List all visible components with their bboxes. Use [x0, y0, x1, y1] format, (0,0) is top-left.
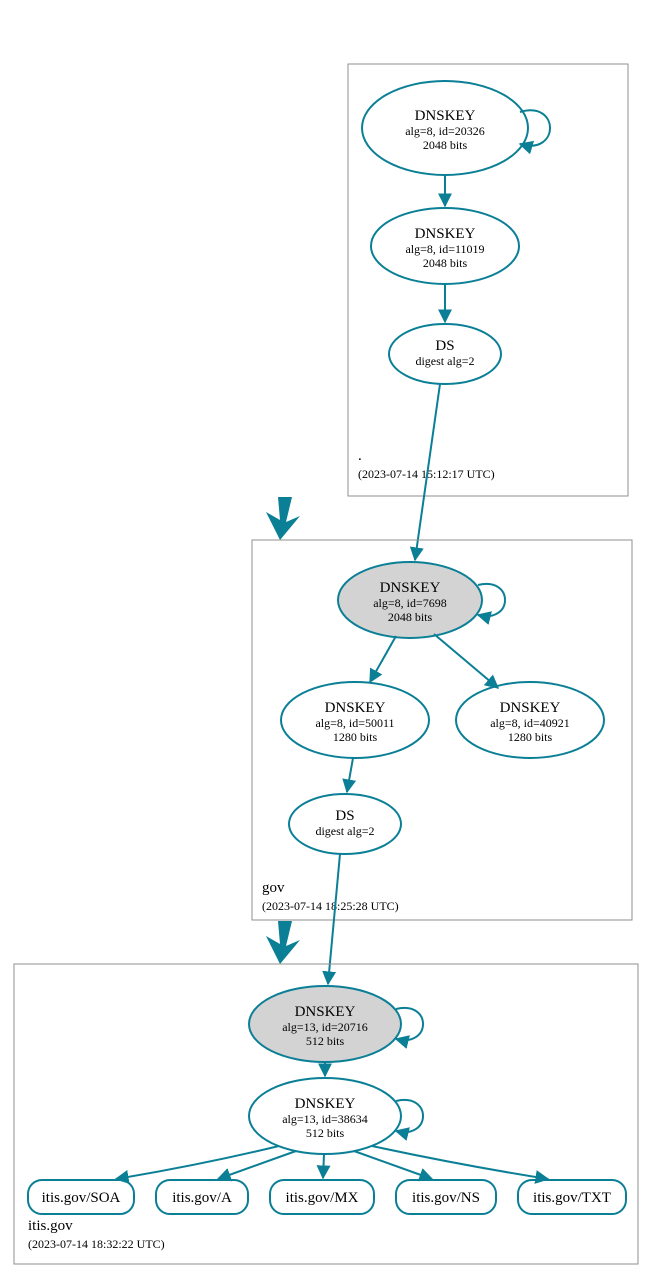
svg-text:alg=8, id=11019: alg=8, id=11019: [405, 242, 484, 256]
svg-text:DNSKEY: DNSKEY: [295, 1096, 356, 1112]
svg-text:itis.gov/A: itis.gov/A: [172, 1190, 232, 1206]
svg-text:DNSKEY: DNSKEY: [415, 226, 476, 242]
node-gov-zsk1: DNSKEY alg=8, id=50011 1280 bits: [281, 682, 429, 758]
svg-text:DNSKEY: DNSKEY: [500, 700, 561, 716]
node-gov-ksk: DNSKEY alg=8, id=7698 2048 bits: [338, 562, 482, 638]
delegation-arrow-gov-to-itis: [266, 921, 300, 964]
rr-a: itis.gov/A: [156, 1180, 248, 1214]
edge-gov-ksk-to-zsk1: [370, 636, 396, 682]
edge-zsk-to-a: [218, 1151, 296, 1179]
svg-text:alg=13, id=20716: alg=13, id=20716: [282, 1020, 368, 1034]
node-gov-ds: DS digest alg=2: [289, 794, 401, 854]
svg-text:DNSKEY: DNSKEY: [415, 108, 476, 124]
zone-name-root: .: [358, 448, 362, 464]
svg-text:2048 bits: 2048 bits: [423, 256, 468, 270]
node-root-ds: DS digest alg=2: [389, 324, 501, 384]
zone-ts-gov: (2023-07-14 18:25:28 UTC): [262, 899, 399, 913]
node-root-zsk: DNSKEY alg=8, id=11019 2048 bits: [371, 208, 519, 284]
zone-name-gov: gov: [262, 880, 285, 896]
rr-ns: itis.gov/NS: [396, 1180, 496, 1214]
svg-text:alg=8, id=50011: alg=8, id=50011: [315, 716, 394, 730]
svg-text:digest alg=2: digest alg=2: [315, 824, 374, 838]
svg-text:DNSKEY: DNSKEY: [295, 1004, 356, 1020]
node-gov-zsk2: DNSKEY alg=8, id=40921 1280 bits: [456, 682, 604, 758]
svg-text:DS: DS: [435, 338, 454, 354]
zone-name-itis: itis.gov: [28, 1218, 73, 1234]
node-itis-ksk: DNSKEY alg=13, id=20716 512 bits: [249, 986, 401, 1062]
svg-text:DNSKEY: DNSKEY: [380, 580, 441, 596]
edge-zsk-to-mx: [323, 1154, 324, 1178]
svg-text:itis.gov/MX: itis.gov/MX: [286, 1190, 359, 1206]
node-itis-zsk: DNSKEY alg=13, id=38634 512 bits: [249, 1078, 401, 1154]
svg-text:1280 bits: 1280 bits: [333, 730, 378, 744]
rr-mx: itis.gov/MX: [270, 1180, 374, 1214]
svg-text:1280 bits: 1280 bits: [508, 730, 553, 744]
edge-gov-zsk1-to-ds: [347, 758, 353, 792]
delegation-arrow-root-to-gov: [266, 497, 300, 540]
edge-gov-ksk-to-zsk2: [434, 634, 498, 688]
svg-text:512 bits: 512 bits: [306, 1034, 345, 1048]
svg-text:itis.gov/TXT: itis.gov/TXT: [533, 1190, 611, 1206]
svg-text:512 bits: 512 bits: [306, 1126, 345, 1140]
edge-zsk-to-soa: [116, 1146, 279, 1179]
svg-text:alg=8, id=20326: alg=8, id=20326: [405, 124, 485, 138]
rr-soa: itis.gov/SOA: [28, 1180, 134, 1214]
edge-zsk-to-txt: [372, 1146, 548, 1179]
svg-text:alg=8, id=40921: alg=8, id=40921: [490, 716, 570, 730]
svg-text:digest alg=2: digest alg=2: [415, 354, 474, 368]
svg-text:itis.gov/SOA: itis.gov/SOA: [42, 1190, 121, 1206]
svg-text:DS: DS: [335, 808, 354, 824]
zone-ts-itis: (2023-07-14 18:32:22 UTC): [28, 1237, 165, 1251]
svg-text:alg=13, id=38634: alg=13, id=38634: [282, 1112, 368, 1126]
svg-text:DNSKEY: DNSKEY: [325, 700, 386, 716]
rr-txt: itis.gov/TXT: [518, 1180, 626, 1214]
svg-text:itis.gov/NS: itis.gov/NS: [412, 1190, 480, 1206]
svg-text:2048 bits: 2048 bits: [388, 610, 433, 624]
svg-text:2048 bits: 2048 bits: [423, 138, 468, 152]
node-root-ksk: DNSKEY alg=8, id=20326 2048 bits: [362, 81, 528, 175]
svg-text:alg=8, id=7698: alg=8, id=7698: [373, 596, 447, 610]
